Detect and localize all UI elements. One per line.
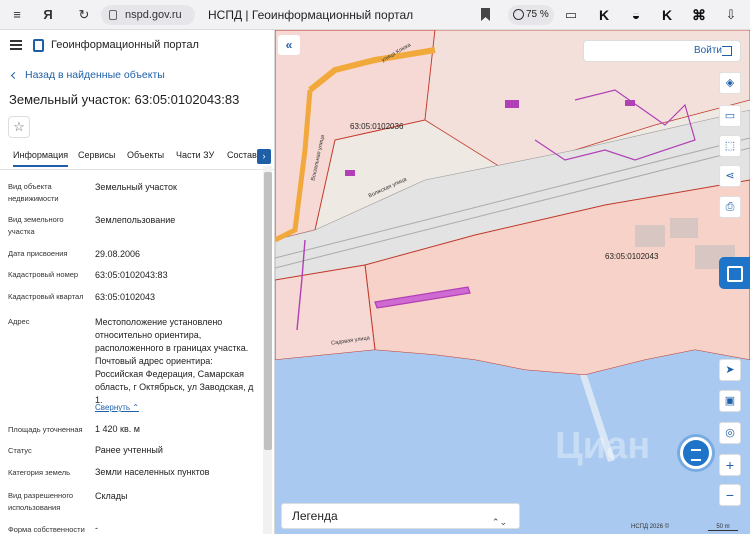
zoom-value: 75 %	[526, 9, 549, 20]
browser-toolbar: ≡ Я ↻ nspd.gov.ru НСПД | Геоинформационн…	[0, 0, 750, 30]
attr-value: 1 420 кв. м	[95, 424, 140, 434]
scrollbar-thumb[interactable]	[264, 172, 272, 450]
building	[505, 100, 519, 108]
attr-label: Вид разрешенного использования	[8, 491, 74, 512]
portal-name[interactable]: Геоинформационный портал	[51, 39, 199, 51]
yandex-icon[interactable]: Я	[39, 6, 57, 24]
attr-label: Дата присвоения	[8, 249, 68, 258]
tabs-scroll-right-button[interactable]: ›	[257, 149, 271, 164]
hamburger-menu-icon[interactable]	[10, 40, 22, 50]
attr-label: Площадь уточненная	[8, 425, 83, 434]
attr-value: 63:05:0102043:83	[95, 270, 168, 280]
tab-services[interactable]: Сервисы	[78, 150, 115, 160]
attr-value: 29.08.2006	[95, 249, 141, 259]
attr-label: Вид земельного участка	[8, 215, 64, 236]
chevron-left-icon	[10, 71, 19, 80]
print-icon[interactable]: ⎙	[719, 196, 741, 218]
attr-label: Статус	[8, 446, 32, 455]
bookmark-icon[interactable]	[481, 8, 490, 21]
map-canvas[interactable]	[275, 30, 750, 534]
attr-value: Земли населенных пунктов	[95, 467, 210, 477]
parcel-block-lower-left	[275, 264, 376, 361]
attr-label: Категория земель	[8, 468, 71, 477]
watermark: Циан	[555, 425, 651, 467]
building	[670, 218, 698, 238]
attr-label: Кадастровый квартал	[8, 292, 84, 301]
back-label: Назад в найденные объекты	[25, 69, 165, 81]
chevron-updown-icon: ⌃⌄	[491, 517, 507, 527]
scale-bar: 50 m	[708, 524, 738, 531]
collapse-panel-button[interactable]: «	[278, 35, 300, 55]
login-button[interactable]: Войти	[583, 40, 741, 62]
attr-value: Землепользование	[95, 215, 176, 225]
login-label: Войти	[694, 45, 722, 56]
copyright-text: НСПД 2026 ©	[631, 524, 670, 530]
k-extension-icon[interactable]: K	[595, 6, 613, 24]
page-title: Земельный участок: 63:05:0102043:83	[9, 92, 240, 107]
tab-composition[interactable]: Состав	[227, 150, 257, 160]
select-area-icon[interactable]: ⬚	[719, 135, 741, 157]
back-to-results-link[interactable]: Назад в найденные объекты	[10, 69, 165, 81]
building	[625, 100, 635, 106]
hat-extension-icon[interactable]: ◒	[627, 6, 645, 24]
layers-icon[interactable]: ◈	[719, 72, 741, 94]
compass-icon[interactable]: ◎	[719, 422, 741, 444]
building	[345, 170, 355, 176]
favorite-star-icon[interactable]: ☆	[8, 116, 30, 138]
attr-label: Кадастровый номер	[8, 270, 79, 279]
legend-label: Легенда	[292, 509, 338, 523]
attr-label: Вид объекта недвижимости	[8, 182, 59, 203]
zoom-in-button[interactable]: +	[719, 454, 741, 476]
tab-parts[interactable]: Части ЗУ	[176, 150, 214, 160]
locate-icon[interactable]: ➤	[719, 359, 741, 381]
chat-assistant-icon[interactable]	[680, 437, 712, 469]
zoom-out-button[interactable]: −	[719, 484, 741, 506]
attr-value: 63:05:0102043	[95, 292, 156, 302]
attr-label: Адрес	[8, 317, 30, 326]
k2-extension-icon[interactable]: K	[658, 6, 676, 24]
portal-logo-icon	[33, 39, 44, 52]
tab-objects[interactable]: Объекты	[127, 150, 164, 160]
download-icon[interactable]: ⇩	[722, 6, 740, 24]
reload-icon[interactable]: ↻	[75, 6, 93, 24]
attr-value: Земельный участок	[95, 182, 177, 192]
ruler-icon[interactable]: ▭	[719, 105, 741, 127]
collapse-link[interactable]: Свернуть ⌃	[95, 403, 139, 412]
extension-icon[interactable]: ▭	[562, 6, 580, 24]
parcel-label-0102043: 63:05:0102043	[605, 252, 659, 261]
parcel-label-0102036: 63:05:0102036	[350, 122, 404, 131]
attr-value-address: Местоположение установлено относительно …	[95, 317, 254, 405]
attr-label: Форма собственности	[8, 525, 85, 534]
map-view[interactable]: 63:05:0102036 63:05:0102043 улица Клюка …	[275, 30, 750, 534]
layer-switch-icon[interactable]: ▣	[719, 390, 741, 412]
menu-icon[interactable]: ≡	[8, 6, 26, 24]
legend-dropdown[interactable]: Легенда ⌃⌄	[281, 503, 520, 529]
building	[635, 225, 665, 247]
attr-value: -	[95, 523, 98, 533]
address-bar[interactable]: nspd.gov.ru	[101, 5, 195, 25]
tab-title: НСПД | Геоинформационный портал	[208, 8, 414, 22]
url-text: nspd.gov.ru	[125, 9, 182, 21]
lock-icon	[109, 10, 117, 20]
puzzle-extension-icon[interactable]: ⌘	[690, 6, 708, 24]
attr-value: Склады	[95, 491, 128, 501]
attr-value: Ранее учтенный	[95, 445, 163, 455]
zoom-indicator[interactable]: 75 %	[508, 5, 554, 25]
login-icon	[722, 46, 732, 56]
object-info-panel: Геоинформационный портал Назад в найденн…	[0, 30, 275, 534]
layers-panel-toggle-icon[interactable]	[719, 257, 750, 289]
chat-icon	[513, 9, 524, 20]
tab-information[interactable]: Информация	[13, 150, 69, 167]
tab-bar: Информация Сервисы Объекты Части ЗУ Сост…	[0, 146, 274, 170]
share-icon[interactable]: ⋖	[719, 165, 741, 187]
